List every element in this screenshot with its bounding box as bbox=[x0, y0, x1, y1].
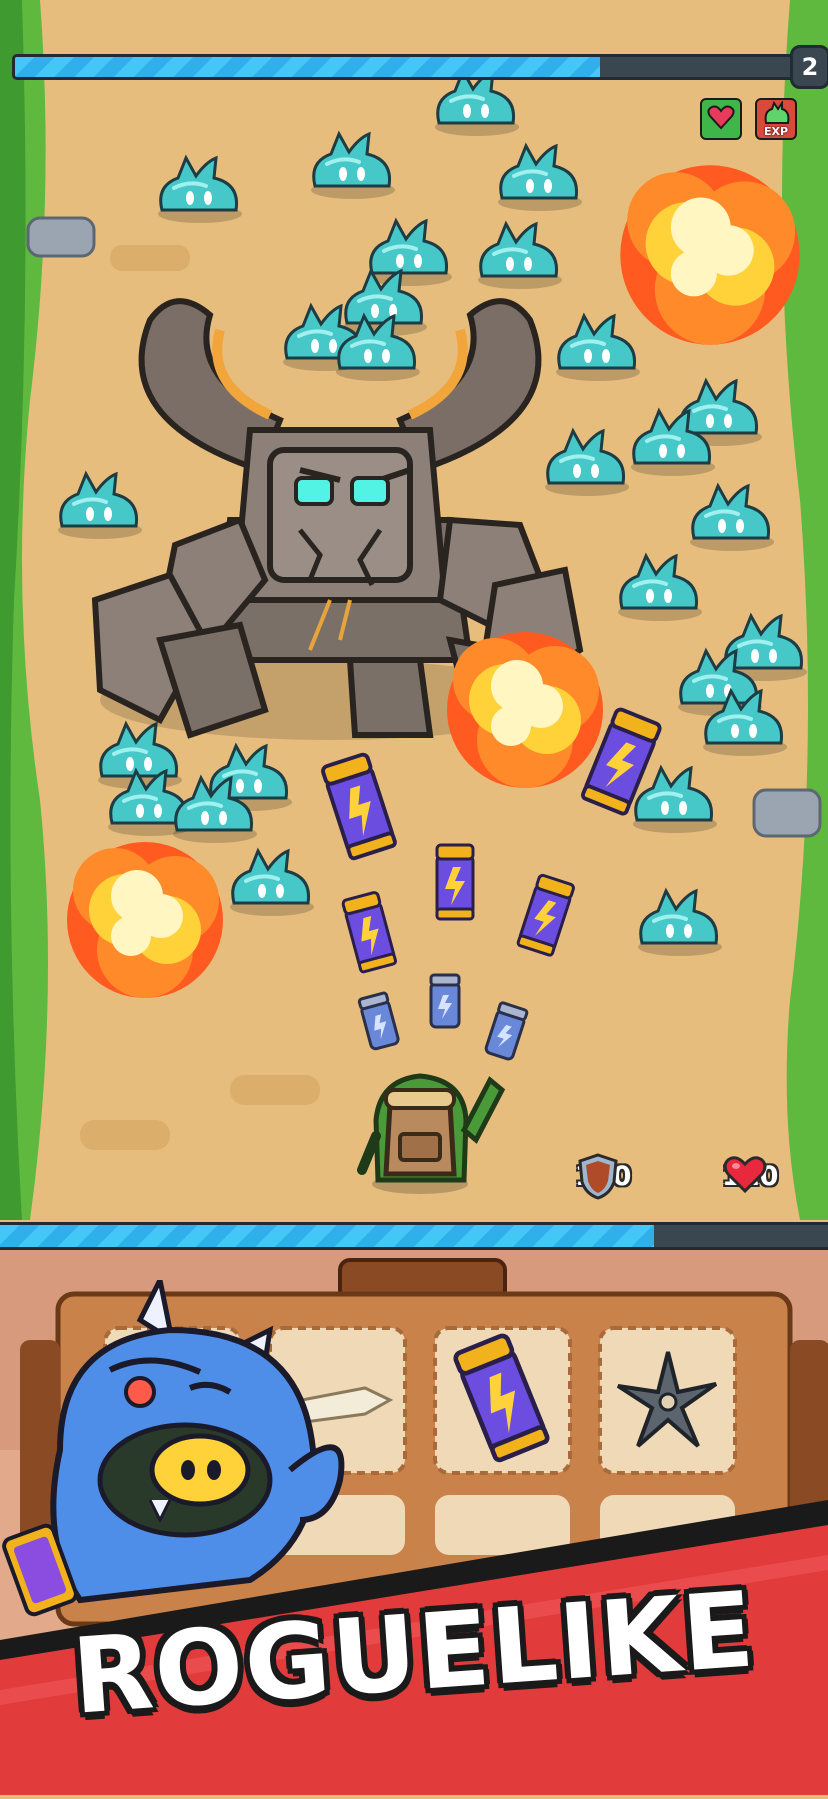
shuriken-icon bbox=[616, 1351, 718, 1448]
heart-symbol bbox=[707, 105, 735, 130]
wave-progress-fill bbox=[15, 57, 600, 77]
inventory-panel: ROGUELIKE bbox=[0, 1250, 828, 1795]
heart-icon bbox=[723, 1156, 767, 1194]
exp-boost-icon[interactable]: EXP bbox=[755, 98, 797, 140]
wave-progress-bar bbox=[12, 54, 798, 80]
slime-symbol bbox=[764, 101, 790, 124]
arena-scene bbox=[0, 0, 828, 1220]
xp-progress-fill bbox=[0, 1225, 655, 1247]
xp-progress-bar bbox=[0, 1222, 828, 1250]
inventory-slot-shuriken[interactable] bbox=[600, 1328, 735, 1473]
armor-stat: 110 bbox=[575, 1152, 631, 1200]
wave-level-badge: 2 bbox=[790, 45, 828, 89]
game-arena[interactable]: 2 EXP 110 110 bbox=[0, 0, 828, 1220]
dragon-mascot bbox=[2, 1280, 345, 1617]
health-stat: 110 bbox=[722, 1152, 778, 1200]
heart-heal-icon[interactable] bbox=[700, 98, 742, 140]
shield-icon bbox=[578, 1153, 618, 1200]
lightning-grenade-icon bbox=[453, 1333, 550, 1463]
inventory-slot-grenade[interactable] bbox=[435, 1328, 570, 1473]
